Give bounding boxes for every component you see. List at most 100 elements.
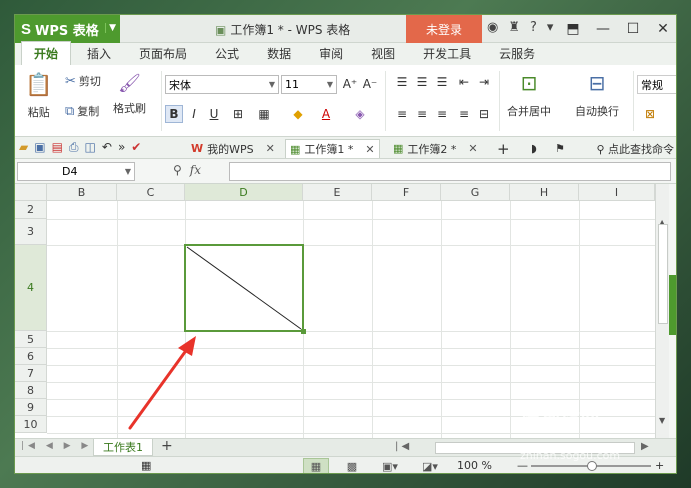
align-left-icon[interactable]: ≡ bbox=[393, 105, 411, 123]
align-bottom-icon[interactable]: ☰ bbox=[433, 73, 451, 91]
fill-color-icon[interactable]: ◆ bbox=[289, 105, 307, 123]
align-right-icon[interactable]: ≡ bbox=[433, 105, 451, 123]
selected-cell-d4[interactable] bbox=[184, 244, 304, 332]
row-header[interactable]: 2 bbox=[15, 201, 47, 219]
shrink-font-button[interactable]: A⁻ bbox=[361, 75, 379, 93]
align-middle-icon[interactable]: ☰ bbox=[413, 73, 431, 91]
tab-data[interactable]: 数据 bbox=[255, 42, 303, 65]
underline-button[interactable]: U bbox=[205, 105, 223, 123]
row-header[interactable]: 9 bbox=[15, 399, 47, 416]
print-icon[interactable]: ⎙ bbox=[69, 140, 79, 155]
clear-format-icon[interactable]: ◈ bbox=[351, 105, 369, 123]
tab-review[interactable]: 审阅 bbox=[307, 42, 355, 65]
fill-style-icon[interactable]: ▦ bbox=[255, 105, 273, 123]
tab-workbook-1[interactable]: ▦ 工作簿1 * ✕ bbox=[285, 139, 380, 158]
distribute-icon[interactable]: ⊟ bbox=[475, 105, 493, 123]
wrap-text-button[interactable]: ⊟ 自动换行 bbox=[575, 71, 619, 119]
minimize-icon[interactable]: — bbox=[588, 15, 618, 43]
customize-icon[interactable]: ✔ bbox=[131, 140, 141, 155]
page-break-view-icon[interactable]: ▩ bbox=[339, 458, 365, 473]
column-header[interactable]: B bbox=[47, 184, 117, 201]
eye-protection-icon[interactable]: ◪▾ bbox=[417, 458, 443, 473]
italic-button[interactable]: I bbox=[185, 105, 203, 123]
new-tab-icon[interactable]: + bbox=[493, 139, 514, 158]
row-header-active[interactable]: 4 bbox=[15, 245, 47, 331]
zoom-in-icon[interactable]: + bbox=[655, 459, 664, 472]
reading-mode-icon[interactable]: ▣▾ bbox=[377, 458, 403, 473]
add-sheet-icon[interactable]: + bbox=[161, 438, 173, 454]
normal-view-icon[interactable]: ▦ bbox=[303, 458, 329, 473]
column-header[interactable]: I bbox=[579, 184, 655, 201]
calendar-icon[interactable]: ▦ bbox=[141, 459, 151, 472]
close-icon[interactable]: ✕ bbox=[648, 15, 676, 43]
help-icon[interactable]: ? bbox=[530, 20, 537, 35]
tab-my-wps[interactable]: W 我的WPS ✕ bbox=[187, 139, 279, 158]
scroll-right-icon[interactable]: ▶ bbox=[641, 441, 649, 452]
sheet-nav-arrows[interactable]: |◀ ◀ ▶ ▶| bbox=[21, 441, 99, 451]
zoom-search-icon[interactable]: ⚲ bbox=[173, 163, 182, 177]
fill-handle[interactable] bbox=[301, 329, 306, 334]
sheet-tab-active[interactable]: 工作表1 bbox=[93, 439, 153, 456]
pdf-icon[interactable]: ▤ bbox=[52, 140, 63, 155]
scroll-left-icon[interactable]: | ◀ bbox=[395, 441, 409, 452]
restore-ribbon-icon[interactable]: ⬒ bbox=[558, 15, 588, 43]
scrollbar-thumb[interactable] bbox=[658, 224, 668, 324]
close-icon[interactable]: ✕ bbox=[468, 142, 477, 155]
tab-workbook-2[interactable]: ▦ 工作簿2 * ✕ bbox=[389, 139, 482, 158]
chevron-down-icon[interactable]: ▾ bbox=[547, 20, 554, 35]
close-icon[interactable]: ✕ bbox=[266, 142, 275, 155]
column-header[interactable]: F bbox=[372, 184, 441, 201]
indent-increase-icon[interactable]: ⇥ bbox=[475, 73, 493, 91]
column-header[interactable]: C bbox=[117, 184, 185, 201]
share-icon[interactable]: ⚑ bbox=[551, 139, 569, 158]
format-painter-button[interactable]: 🖌 格式刷 bbox=[113, 73, 146, 116]
row-header[interactable]: 5 bbox=[15, 331, 47, 348]
formula-input[interactable] bbox=[229, 162, 671, 181]
fx-button[interactable]: fx bbox=[190, 163, 201, 177]
find-command-box[interactable]: ⚲ 点此查找命令 bbox=[596, 141, 674, 157]
maximize-icon[interactable]: ☐ bbox=[618, 15, 648, 43]
grow-font-button[interactable]: A⁺ bbox=[341, 75, 359, 93]
shirt-icon[interactable]: ♜ bbox=[508, 20, 520, 35]
row-header[interactable]: 8 bbox=[15, 382, 47, 399]
justify-icon[interactable]: ≡ bbox=[455, 105, 473, 123]
copy-button[interactable]: ⧉ 复制 bbox=[65, 103, 99, 119]
bold-button[interactable]: B bbox=[165, 105, 183, 123]
align-top-icon[interactable]: ☰ bbox=[393, 73, 411, 91]
cut-button[interactable]: ✂ 剪切 bbox=[65, 73, 101, 89]
close-icon[interactable]: ✕ bbox=[365, 143, 374, 156]
save-icon[interactable]: ▣ bbox=[34, 140, 45, 155]
app-menu-button[interactable]: S WPS 表格 ▼ bbox=[15, 15, 120, 43]
font-color-icon[interactable]: A bbox=[317, 105, 335, 123]
tab-formulas[interactable]: 公式 bbox=[203, 42, 251, 65]
tab-page-layout[interactable]: 页面布局 bbox=[127, 42, 199, 65]
name-box[interactable]: D4 ▼ bbox=[17, 162, 135, 181]
undo-icon[interactable]: ↶ bbox=[102, 140, 112, 155]
paste-button[interactable]: 📋 粘贴 bbox=[25, 73, 52, 120]
align-center-icon[interactable]: ≡ bbox=[413, 105, 431, 123]
skin-icon[interactable]: ◉ bbox=[487, 20, 498, 35]
column-header[interactable]: E bbox=[303, 184, 372, 201]
login-button[interactable]: 未登录 bbox=[406, 15, 482, 43]
tab-home[interactable]: 开始 bbox=[21, 41, 72, 65]
row-header[interactable]: 7 bbox=[15, 365, 47, 382]
number-format-select[interactable]: 常规 bbox=[637, 75, 676, 94]
tab-cloud[interactable]: 云服务 bbox=[487, 42, 547, 65]
tab-list-icon[interactable]: ◗ bbox=[527, 139, 541, 158]
row-header[interactable]: 3 bbox=[15, 219, 47, 245]
row-header[interactable]: 10 bbox=[15, 416, 47, 433]
tab-view[interactable]: 视图 bbox=[359, 42, 407, 65]
column-header[interactable]: G bbox=[441, 184, 510, 201]
zoom-slider-knob[interactable] bbox=[587, 461, 597, 471]
print-preview-icon[interactable]: ◫ bbox=[85, 140, 96, 155]
merge-center-button[interactable]: ⊡ 合并居中 bbox=[507, 71, 551, 119]
row-header[interactable]: 6 bbox=[15, 348, 47, 365]
select-all-corner[interactable] bbox=[15, 184, 47, 201]
scroll-down-icon[interactable]: ▼ bbox=[659, 416, 665, 425]
font-name-select[interactable]: 宋体 ▼ bbox=[165, 75, 279, 94]
indent-decrease-icon[interactable]: ⇤ bbox=[455, 73, 473, 91]
percent-format-icon[interactable]: ⊠ bbox=[641, 105, 659, 123]
vertical-scrollbar[interactable]: ▲ ▼ bbox=[655, 184, 669, 438]
column-header[interactable]: H bbox=[510, 184, 579, 201]
tab-insert[interactable]: 插入 bbox=[75, 42, 123, 65]
